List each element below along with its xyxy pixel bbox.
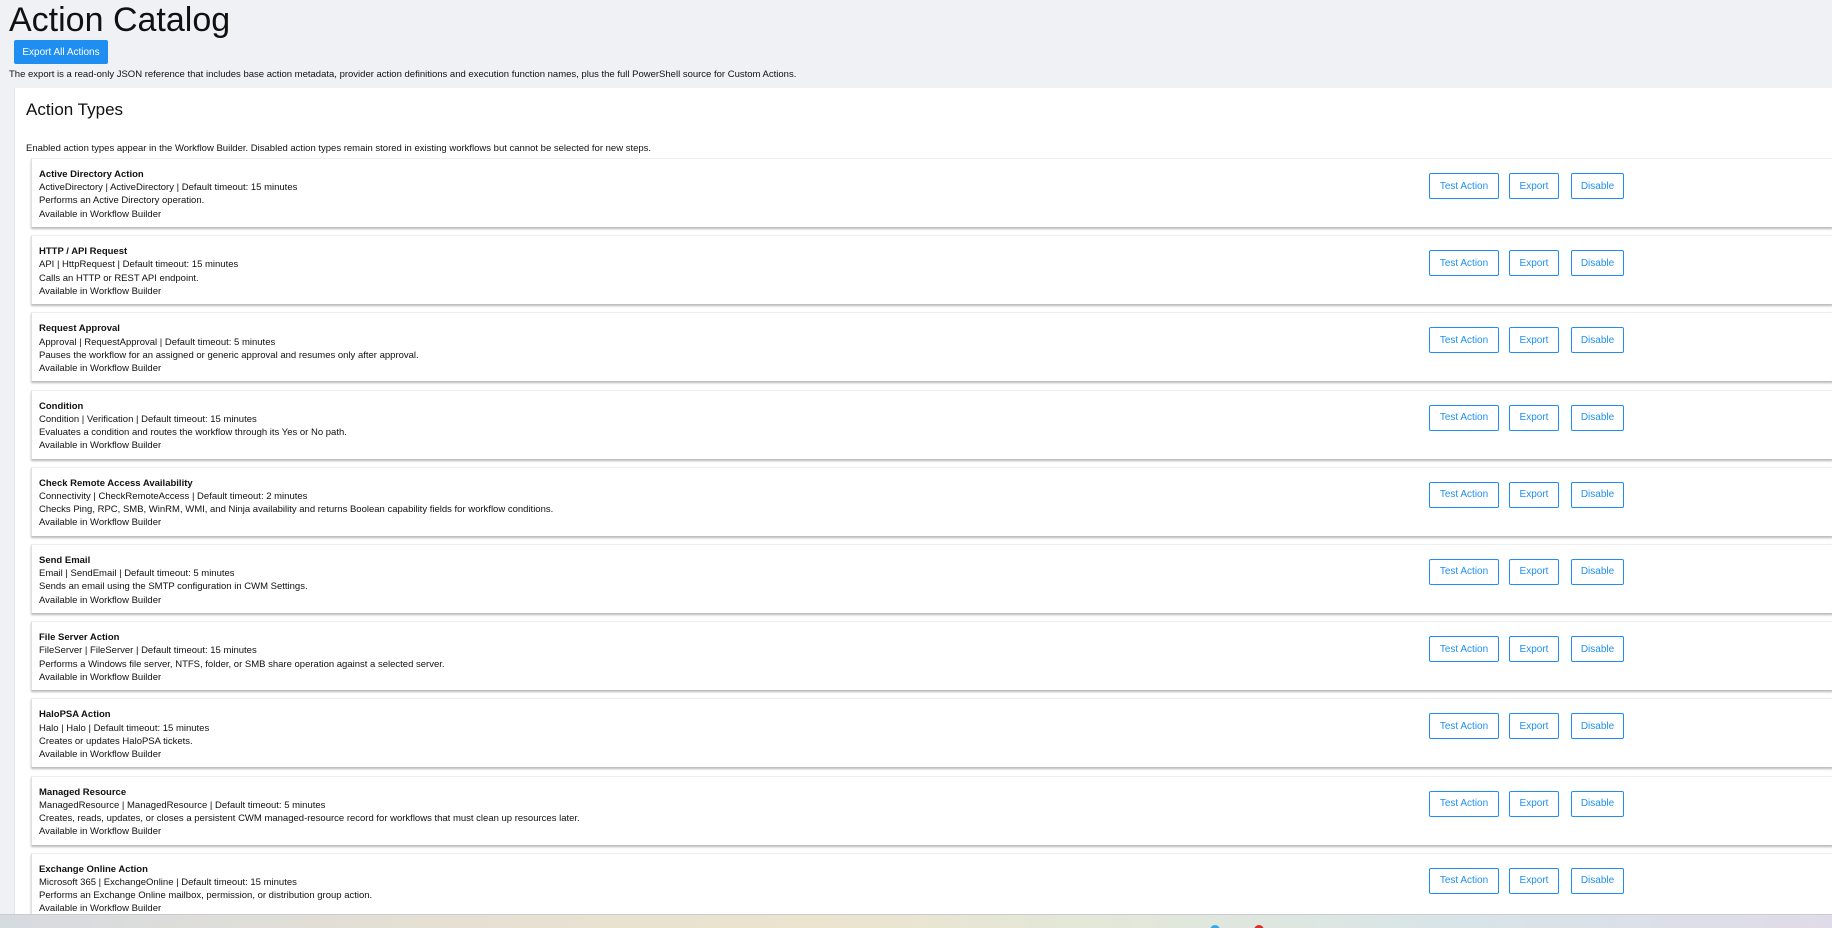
action-card: Active Directory Action ActiveDirectory … xyxy=(31,158,1832,227)
action-meta: Condition | Verification | Default timeo… xyxy=(39,413,257,425)
section-title: Action Types xyxy=(26,100,124,119)
action-info: Active Directory Action ActiveDirectory … xyxy=(39,168,297,221)
action-info: Send Email Email | SendEmail | Default t… xyxy=(39,554,308,607)
action-name: Condition xyxy=(39,400,84,412)
disable-button[interactable]: Disable xyxy=(1571,636,1624,663)
export-button[interactable]: Export xyxy=(1509,713,1559,740)
test-action-button[interactable]: Test Action xyxy=(1429,790,1499,817)
action-description: Performs an Exchange Online mailbox, per… xyxy=(39,890,373,902)
section-note: Enabled action types appear in the Workf… xyxy=(26,143,652,154)
action-name: Exchange Online Action xyxy=(39,863,148,875)
page-title: Action Catalog xyxy=(9,1,231,39)
disable-button[interactable]: Disable xyxy=(1571,404,1624,431)
action-info: Request Approval Approval | RequestAppro… xyxy=(39,322,419,375)
action-info: Check Remote Access Availability Connect… xyxy=(39,477,553,530)
action-types-panel: Action Types Enabled action types appear… xyxy=(14,88,1832,914)
export-button[interactable]: Export xyxy=(1509,867,1559,894)
export-button[interactable]: Export xyxy=(1509,481,1559,508)
test-action-button[interactable]: Test Action xyxy=(1429,558,1499,585)
action-catalog-page: Action Catalog Export All Actions The ex… xyxy=(0,0,1832,928)
action-description: Pauses the workflow for an assigned or g… xyxy=(39,349,419,361)
action-card: File Server Action FileServer | FileServ… xyxy=(31,621,1832,691)
action-name: Managed Resource xyxy=(39,786,127,798)
action-meta: Halo | Halo | Default timeout: 15 minute… xyxy=(39,722,210,734)
action-card: HTTP / API Request API | HttpRequest | D… xyxy=(31,235,1832,305)
disable-button[interactable]: Disable xyxy=(1571,713,1624,740)
action-list: Active Directory Action ActiveDirectory … xyxy=(31,158,1832,914)
action-meta: Microsoft 365 | ExchangeOnline | Default… xyxy=(39,876,297,888)
action-availability: Available in Workflow Builder xyxy=(39,440,162,452)
disable-button[interactable]: Disable xyxy=(1571,250,1624,277)
test-action-button[interactable]: Test Action xyxy=(1429,867,1499,894)
action-description: Sends an email using the SMTP configurat… xyxy=(39,581,308,593)
test-action-button[interactable]: Test Action xyxy=(1429,636,1499,663)
action-meta: Connectivity | CheckRemoteAccess | Defau… xyxy=(39,490,308,502)
test-action-button[interactable]: Test Action xyxy=(1429,481,1499,508)
action-info: Managed Resource ManagedResource | Manag… xyxy=(39,786,580,839)
action-availability: Available in Workflow Builder xyxy=(39,285,162,297)
export-button[interactable]: Export xyxy=(1509,404,1559,431)
export-button[interactable]: Export xyxy=(1509,790,1559,817)
action-name: HTTP / API Request xyxy=(39,246,128,258)
action-info: Exchange Online Action Microsoft 365 | E… xyxy=(39,863,372,914)
action-availability: Available in Workflow Builder xyxy=(39,594,162,606)
export-all-actions-button[interactable]: Export All Actions xyxy=(14,40,108,64)
export-note: The export is a read-only JSON reference… xyxy=(9,69,797,80)
export-button[interactable]: Export xyxy=(1509,173,1559,199)
action-card: Send Email Email | SendEmail | Default t… xyxy=(31,543,1832,613)
action-availability: Available in Workflow Builder xyxy=(39,826,162,838)
action-info: File Server Action FileServer | FileServ… xyxy=(39,631,445,684)
action-description: Performs an Active Directory operation. xyxy=(39,195,205,207)
export-button[interactable]: Export xyxy=(1509,250,1559,277)
export-button[interactable]: Export xyxy=(1509,636,1559,663)
action-description: Calls an HTTP or REST API endpoint. xyxy=(39,272,199,284)
action-card: Managed Resource ManagedResource | Manag… xyxy=(31,775,1832,845)
action-availability: Available in Workflow Builder xyxy=(39,748,162,760)
action-info: HaloPSA Action Halo | Halo | Default tim… xyxy=(39,708,209,761)
action-name: Send Email xyxy=(39,554,91,566)
test-action-button[interactable]: Test Action xyxy=(1429,404,1499,431)
action-name: HaloPSA Action xyxy=(39,709,111,721)
action-availability: Available in Workflow Builder xyxy=(39,517,162,529)
disable-button[interactable]: Disable xyxy=(1571,790,1624,817)
test-action-button[interactable]: Test Action xyxy=(1429,250,1499,277)
action-card: HaloPSA Action Halo | Halo | Default tim… xyxy=(31,698,1832,768)
action-availability: Available in Workflow Builder xyxy=(39,903,162,914)
action-info: Condition Condition | Verification | Def… xyxy=(39,400,347,453)
disable-button[interactable]: Disable xyxy=(1571,481,1624,508)
action-name: Check Remote Access Availability xyxy=(39,477,193,489)
action-card: Condition Condition | Verification | Def… xyxy=(31,389,1832,459)
test-action-button[interactable]: Test Action xyxy=(1429,713,1499,740)
action-info: HTTP / API Request API | HttpRequest | D… xyxy=(39,245,238,298)
action-description: Performs a Windows file server, NTFS, fo… xyxy=(39,658,445,670)
disable-button[interactable]: Disable xyxy=(1571,327,1624,354)
disable-button[interactable]: Disable xyxy=(1571,867,1624,894)
taskbar-strip xyxy=(0,914,1832,928)
action-availability: Available in Workflow Builder xyxy=(39,208,162,220)
action-description: Checks Ping, RPC, SMB, WinRM, WMI, and N… xyxy=(39,504,554,516)
action-card: Request Approval Approval | RequestAppro… xyxy=(31,312,1832,382)
action-meta: Email | SendEmail | Default timeout: 5 m… xyxy=(39,568,235,580)
action-meta: ActiveDirectory | ActiveDirectory | Defa… xyxy=(39,182,298,194)
action-description: Creates or updates HaloPSA tickets. xyxy=(39,735,193,747)
action-availability: Available in Workflow Builder xyxy=(39,362,162,374)
disable-button[interactable]: Disable xyxy=(1571,558,1624,585)
disable-button[interactable]: Disable xyxy=(1571,173,1624,199)
action-meta: FileServer | FileServer | Default timeou… xyxy=(39,645,257,657)
action-card: Exchange Online Action Microsoft 365 | E… xyxy=(31,852,1832,914)
action-meta: Approval | RequestApproval | Default tim… xyxy=(39,336,276,348)
action-card: Check Remote Access Availability Connect… xyxy=(31,466,1832,536)
action-name: Active Directory Action xyxy=(39,169,144,180)
action-meta: ManagedResource | ManagedResource | Defa… xyxy=(39,799,326,811)
action-name: Request Approval xyxy=(39,323,120,335)
action-name: File Server Action xyxy=(39,632,120,644)
action-availability: Available in Workflow Builder xyxy=(39,671,162,683)
action-description: Evaluates a condition and routes the wor… xyxy=(39,426,347,438)
action-meta: API | HttpRequest | Default timeout: 15 … xyxy=(39,259,239,271)
test-action-button[interactable]: Test Action xyxy=(1429,173,1499,199)
action-description: Creates, reads, updates, or closes a per… xyxy=(39,812,580,824)
export-button[interactable]: Export xyxy=(1509,327,1559,354)
test-action-button[interactable]: Test Action xyxy=(1429,327,1499,354)
export-button[interactable]: Export xyxy=(1509,558,1559,585)
